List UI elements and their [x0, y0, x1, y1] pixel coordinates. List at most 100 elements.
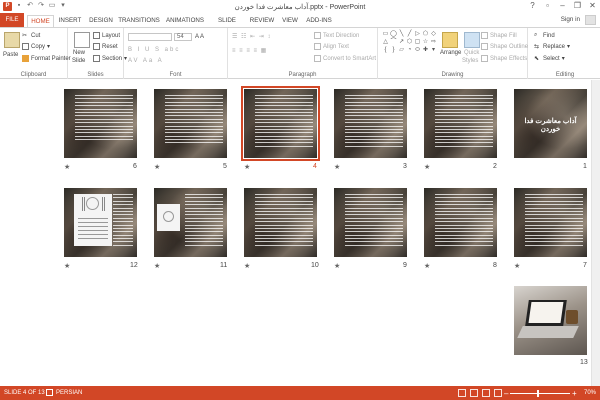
slide-thumbnail-8[interactable] — [424, 188, 497, 257]
arrange-button[interactable]: Arrange — [440, 50, 461, 56]
font-color-buttons[interactable]: AV Aa A — [128, 58, 164, 64]
ribbon-display-icon[interactable]: ▫ — [543, 1, 552, 10]
quick-styles-button-line2[interactable]: Styles — [462, 58, 478, 64]
tab-slide-show[interactable]: SLIDE SHOW — [209, 15, 245, 36]
copy-button[interactable]: Copy ▾ — [22, 43, 50, 50]
tab-animations[interactable]: ANIMATIONS — [163, 15, 207, 27]
shape-effects-button[interactable]: Shape Effects — [481, 55, 527, 62]
paste-icon[interactable] — [4, 32, 20, 48]
slide-sorter-view-icon[interactable] — [470, 389, 478, 397]
slide-thumbnail-4[interactable] — [241, 86, 320, 161]
font-style-buttons[interactable]: B I U S abc — [128, 47, 180, 53]
drawing-group-label: Drawing — [441, 72, 464, 78]
tab-file[interactable]: FILE — [0, 13, 24, 27]
shape-fill-button[interactable]: Shape Fill — [481, 32, 517, 39]
spelling-icon[interactable] — [46, 389, 53, 396]
alignment-buttons[interactable]: ≡ ≡ ≡ ≡ ▦ — [232, 47, 267, 54]
slide-thumbnail-5[interactable] — [154, 89, 227, 158]
animation-star-icon: ★ — [334, 263, 341, 270]
layout-button[interactable]: Layout — [93, 32, 120, 39]
animation-star-icon: ★ — [154, 164, 161, 171]
animation-star-icon: ★ — [424, 164, 431, 171]
help-button[interactable]: ? — [528, 1, 537, 10]
vertical-scrollbar[interactable] — [591, 80, 600, 386]
grow-shrink-font-buttons[interactable]: A A — [195, 34, 204, 40]
brush-icon — [22, 55, 29, 62]
tab-review[interactable]: REVIEW — [248, 15, 276, 27]
font-name-field[interactable] — [128, 33, 172, 41]
minimize-button[interactable]: – — [558, 1, 567, 10]
slide-1-title: آداب معاشرت فدا خوردن — [524, 118, 577, 133]
zoom-level[interactable]: 70% — [584, 390, 596, 396]
quick-styles-button[interactable]: Quick — [464, 50, 479, 56]
zoom-slider-thumb[interactable] — [537, 390, 540, 397]
new-slide-icon[interactable] — [74, 32, 90, 48]
slide-number-6: 6 — [133, 163, 137, 170]
zoom-in-button[interactable]: + — [572, 389, 577, 398]
pen-icon — [481, 43, 488, 50]
replace-button[interactable]: ⇆ Replace ▾ — [534, 43, 570, 51]
layout-icon — [93, 32, 100, 39]
slide-thumbnail-7[interactable] — [514, 188, 587, 257]
paste-button[interactable]: Paste — [3, 52, 18, 58]
tab-transitions[interactable]: TRANSITIONS — [118, 15, 160, 27]
slide-thumbnail-3[interactable] — [334, 89, 407, 158]
slide-sorter: آداب معاشرت فدا خوردن 1 ★ 2 ★ 3 ★ 4 ★ 5 … — [0, 80, 600, 386]
slide-thumbnail-10[interactable] — [244, 188, 317, 257]
align-text-button[interactable]: Align Text — [314, 43, 349, 50]
reset-button[interactable]: Reset — [93, 43, 118, 50]
list-buttons[interactable]: ☰ ☷ ⇤ ⇥ ↕ — [232, 33, 271, 40]
slide-thumbnail-6[interactable] — [64, 89, 137, 158]
reading-view-icon[interactable] — [482, 389, 490, 397]
account-avatar[interactable] — [585, 15, 596, 25]
cut-button[interactable]: ✂ Cut — [22, 32, 40, 40]
slide-thumbnail-13[interactable] — [514, 286, 587, 355]
slide-show-view-icon[interactable] — [494, 389, 502, 397]
slide-counter: SLIDE 4 OF 13 — [4, 390, 45, 396]
language-indicator[interactable]: PERSIAN — [56, 390, 82, 396]
slide-thumbnail-2[interactable] — [424, 89, 497, 158]
new-slide-button[interactable]: New — [73, 50, 85, 56]
animation-star-icon: ★ — [244, 263, 251, 270]
tab-view[interactable]: VIEW — [280, 15, 300, 27]
shapes-gallery[interactable]: ▭ ◯ ╲ ╱ ▷ ⬠ ◇ △ ⌒ ↗ ⬡ ▢ ☆ ⇨ {} ▱ ◔ ⬭ ✚ ▾ — [382, 31, 436, 59]
close-button[interactable]: ✕ — [588, 1, 597, 10]
place-setting-image — [157, 204, 180, 231]
arrange-icon[interactable] — [442, 32, 458, 48]
text-direction-icon — [314, 32, 321, 39]
tab-add-ins[interactable]: ADD-INS — [304, 15, 334, 27]
smartart-icon — [314, 55, 321, 62]
slide-thumbnail-11[interactable] — [154, 188, 227, 257]
convert-smartart-button[interactable]: Convert to SmartArt — [314, 55, 376, 62]
select-button[interactable]: ⬉ Select ▾ — [534, 55, 565, 63]
align-text-icon — [314, 43, 321, 50]
text-direction-button[interactable]: Text Direction — [314, 32, 359, 39]
slide-thumbnail-12[interactable] — [64, 188, 137, 257]
new-slide-button-line2[interactable]: Slide — [72, 58, 85, 64]
font-size-field[interactable]: 54 — [174, 33, 192, 41]
restore-button[interactable]: ❐ — [573, 1, 582, 10]
replace-icon: ⇆ — [534, 44, 540, 50]
slide-thumbnail-9[interactable] — [334, 188, 407, 257]
effects-icon — [481, 55, 488, 62]
tab-design[interactable]: DESIGN — [86, 15, 116, 27]
slide-thumbnail-1[interactable]: آداب معاشرت فدا خوردن — [514, 89, 587, 158]
tab-insert[interactable]: INSERT — [56, 15, 84, 27]
quick-styles-icon[interactable] — [464, 32, 480, 48]
find-button[interactable]: ⌕ Find — [534, 32, 555, 39]
slide-number-13: 13 — [580, 359, 588, 366]
slide-number-9: 9 — [403, 262, 407, 269]
reset-icon — [93, 43, 100, 50]
sign-in-link[interactable]: Sign in — [561, 16, 580, 23]
zoom-slider[interactable] — [510, 393, 570, 394]
slide-number-4: 4 — [313, 163, 317, 170]
paragraph-group: ☰ ☷ ⇤ ⇥ ↕ ≡ ≡ ≡ ≡ ▦ Text Direction Align… — [228, 28, 378, 79]
slide-number-11: 11 — [220, 262, 228, 269]
section-button[interactable]: Section ▾ — [93, 55, 127, 62]
normal-view-icon[interactable] — [458, 389, 466, 397]
zoom-out-button[interactable]: – — [504, 389, 508, 398]
shape-outline-button[interactable]: Shape Outline — [481, 43, 528, 50]
animation-star-icon: ★ — [514, 263, 521, 270]
format-painter-button[interactable]: Format Painter — [22, 55, 71, 62]
animation-star-icon: ★ — [244, 164, 251, 171]
